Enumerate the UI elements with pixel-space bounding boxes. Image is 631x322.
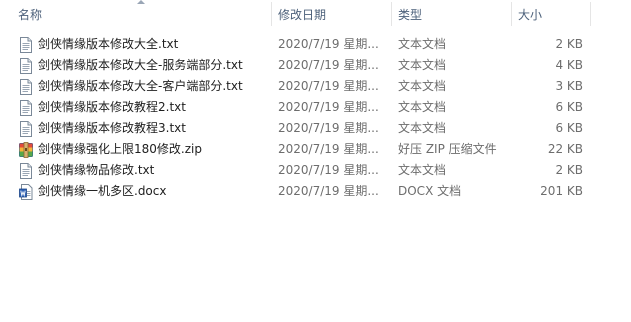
file-name: 剑侠情缘版本修改教程2.txt xyxy=(38,100,186,114)
file-size: 4 KB xyxy=(555,58,583,72)
file-size: 22 KB xyxy=(547,142,583,156)
file-type: 文本文档 xyxy=(398,79,447,93)
file-row[interactable]: 剑侠情缘版本修改大全-客户端部分.txt 2020/7/19 星期... 文本文档 3… xyxy=(0,76,631,97)
file-row[interactable]: 剑侠情缘版本修改教程3.txt 2020/7/19 星期... 文本文档 6 KB xyxy=(0,118,631,139)
file-date: 2020/7/19 星期... xyxy=(278,100,379,114)
file-type: DOCX 文档 xyxy=(398,184,462,198)
file-row[interactable]: 剑侠情缘强化上限180修改.zip 2020/7/19 星期... 好压 ZIP 压… xyxy=(0,139,631,160)
file-size: 2 KB xyxy=(555,163,583,177)
file-type: 文本文档 xyxy=(398,121,447,135)
file-size: 2 KB xyxy=(555,37,583,51)
file-date: 2020/7/19 星期... xyxy=(278,79,379,93)
column-header-name[interactable]: 名称 xyxy=(12,0,270,28)
file-row[interactable]: 剑侠情缘版本修改教程2.txt 2020/7/19 星期... 文本文档 6 KB xyxy=(0,97,631,118)
file-name: 剑侠情缘版本修改教程3.txt xyxy=(38,121,186,135)
file-type: 文本文档 xyxy=(398,163,447,177)
file-size: 3 KB xyxy=(555,79,583,93)
file-size: 6 KB xyxy=(555,121,583,135)
file-type: 文本文档 xyxy=(398,100,447,114)
file-name: 剑侠情缘强化上限180修改.zip xyxy=(38,142,202,156)
file-date: 2020/7/19 星期... xyxy=(278,163,379,177)
file-row[interactable]: 剑侠情缘一机多区.docx 2020/7/19 星期... DOCX 文档 201 K… xyxy=(0,181,631,202)
file-date: 2020/7/19 星期... xyxy=(278,184,379,198)
file-row[interactable]: 剑侠情缘版本修改大全.txt 2020/7/19 星期... 文本文档 2 KB xyxy=(0,34,631,55)
file-name: 剑侠情缘版本修改大全.txt xyxy=(38,37,179,51)
file-size: 201 KB xyxy=(540,184,583,198)
file-row[interactable]: 剑侠情缘版本修改大全-服务端部分.txt 2020/7/19 星期... 文本文档 4… xyxy=(0,55,631,76)
file-type: 文本文档 xyxy=(398,37,447,51)
column-header-bar: 名称 修改日期 类型 大小 xyxy=(0,0,631,28)
file-size: 6 KB xyxy=(555,100,583,114)
file-type: 文本文档 xyxy=(398,58,447,72)
file-explorer: 名称 修改日期 类型 大小 剑侠情缘版本修改大全.txt 2020/7/19 星期… xyxy=(0,0,631,322)
file-name: 剑侠情缘版本修改大全-服务端部分.txt xyxy=(38,58,243,72)
file-date: 2020/7/19 星期... xyxy=(278,142,379,156)
column-divider[interactable] xyxy=(590,2,591,26)
file-date: 2020/7/19 星期... xyxy=(278,58,379,72)
file-row[interactable]: 剑侠情缘物品修改.txt 2020/7/19 星期... 文本文档 2 KB xyxy=(0,160,631,181)
file-date: 2020/7/19 星期... xyxy=(278,37,379,51)
file-name: 剑侠情缘版本修改大全-客户端部分.txt xyxy=(38,79,243,93)
file-name: 剑侠情缘物品修改.txt xyxy=(38,163,155,177)
file-name: 剑侠情缘一机多区.docx xyxy=(38,184,167,198)
file-type: 好压 ZIP 压缩文件 xyxy=(398,142,497,156)
column-header-date[interactable]: 修改日期 xyxy=(272,0,390,28)
column-header-size[interactable]: 大小 xyxy=(512,0,590,28)
file-date: 2020/7/19 星期... xyxy=(278,121,379,135)
column-header-type[interactable]: 类型 xyxy=(392,0,510,28)
